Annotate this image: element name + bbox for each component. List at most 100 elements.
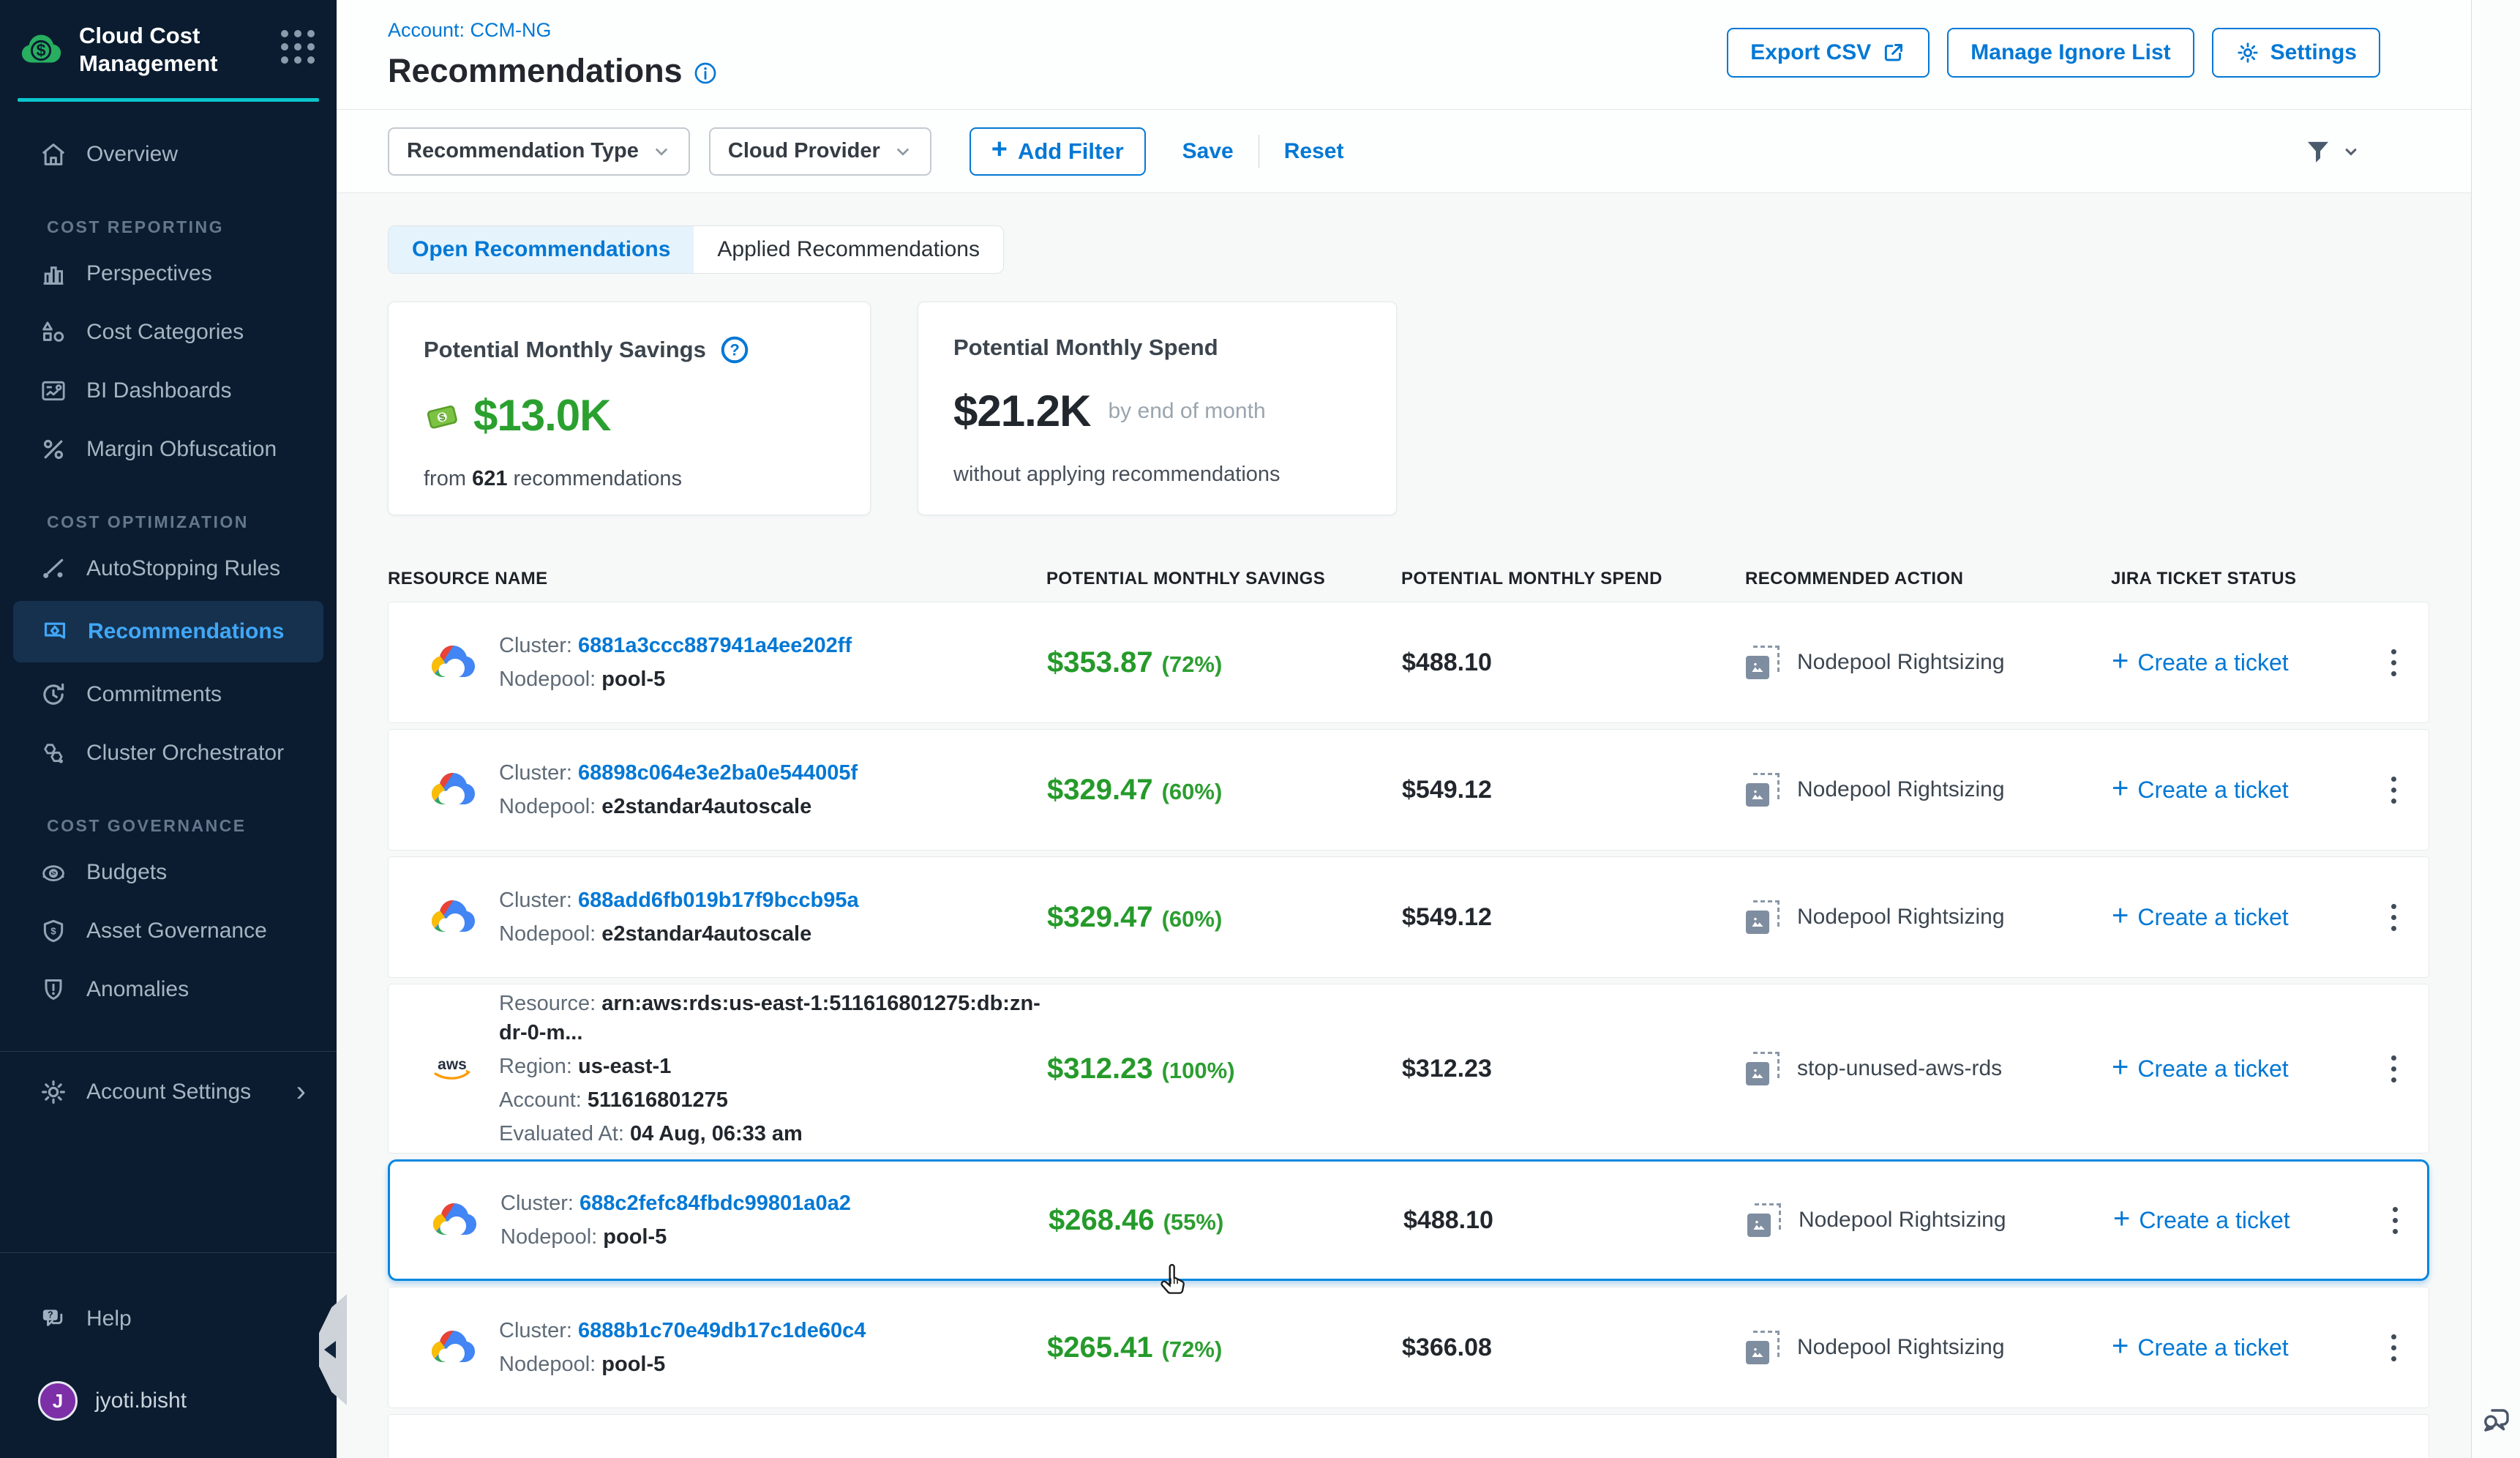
field-label: Nodepool:: [500, 1225, 603, 1249]
savings-percentage: (60%): [1162, 779, 1223, 804]
help-chat-icon: ?: [38, 1304, 69, 1334]
table-row[interactable]: Cluster: 6886e92f59a48cad86b5b1c6 $244.0…: [388, 1414, 2429, 1458]
resource-link[interactable]: 688c2fefc84fbdc99801a0a2: [580, 1192, 851, 1215]
app-title: Cloud Cost Management: [79, 22, 266, 78]
filter-panel-toggle[interactable]: [2303, 136, 2361, 167]
info-icon[interactable]: [693, 61, 718, 86]
user-avatar: J: [38, 1381, 78, 1421]
sidebar-item-bi-dashboards[interactable]: BI Dashboards: [0, 362, 337, 420]
table-row[interactable]: Cluster: 6888b1c70e49db17c1de60c4Nodepoo…: [388, 1287, 2429, 1408]
question-icon[interactable]: ?: [719, 334, 750, 365]
sidebar-item-overview[interactable]: Overview: [0, 125, 337, 184]
right-rail: [2471, 0, 2520, 1458]
resource-fields: Cluster: 6881a3ccc887941a4ee202ffNodepoo…: [499, 631, 852, 694]
rightsizing-action-icon: [1746, 646, 1780, 679]
sidebar-item-asset-governance[interactable]: $ Asset Governance: [0, 902, 337, 960]
sidebar-user[interactable]: J jyoti.bisht: [0, 1363, 337, 1458]
page-header: Account: CCM-NG Recommendations Export C…: [337, 0, 2471, 110]
resource-link[interactable]: 688add6fb019b17f9bccb95a: [578, 889, 859, 912]
create-ticket-button[interactable]: + Create a ticket: [2112, 902, 2371, 932]
breadcrumb[interactable]: Account: CCM-NG: [388, 19, 552, 42]
sidebar-item-label: Margin Obfuscation: [86, 437, 277, 462]
potential-monthly-savings-card: Potential Monthly Savings ? $ $13.0K fro…: [388, 302, 871, 515]
reset-filter-link[interactable]: Reset: [1284, 139, 1344, 164]
recommended-action-label: Nodepool Rightsizing: [1799, 1208, 2006, 1233]
sidebar-item-autostopping-rules[interactable]: AutoStopping Rules: [0, 539, 337, 598]
sidebar-item-commitments[interactable]: Commitments: [0, 665, 337, 724]
row-menu-button[interactable]: [2371, 633, 2415, 692]
settings-button[interactable]: Settings: [2212, 28, 2380, 78]
row-menu-button[interactable]: [2371, 1446, 2415, 1458]
create-ticket-button[interactable]: + Create a ticket: [2112, 648, 2371, 678]
home-icon: [38, 139, 69, 170]
sidebar-item-perspectives[interactable]: Perspectives: [0, 244, 337, 303]
resource-link[interactable]: 68898c064e3e2ba0e544005f: [578, 761, 858, 785]
create-ticket-button[interactable]: + Create a ticket: [2112, 1333, 2371, 1363]
row-menu-button[interactable]: [2371, 1318, 2415, 1377]
resource-link[interactable]: 6881a3ccc887941a4ee202ff: [578, 634, 852, 657]
sidebar-item-cost-categories[interactable]: Cost Categories: [0, 303, 337, 362]
sidebar-section-heading: COST GOVERNANCE: [47, 816, 337, 836]
manage-ignore-list-button[interactable]: Manage Ignore List: [1947, 28, 2194, 78]
add-filter-button[interactable]: + Add Filter: [970, 127, 1146, 176]
row-menu-button[interactable]: [2371, 760, 2415, 819]
budgets-icon: $: [38, 857, 69, 888]
sidebar-item-budgets[interactable]: $Budgets: [0, 843, 337, 902]
module-accent-line: [18, 98, 319, 102]
plus-icon: +: [2112, 1051, 2129, 1084]
create-ticket-label: Create a ticket: [2139, 1207, 2290, 1234]
row-menu-button[interactable]: [2371, 1039, 2415, 1098]
gcp-icon: [429, 639, 476, 686]
filter-bar: Recommendation Type Cloud Provider + Add…: [337, 110, 2471, 193]
field-label: Nodepool:: [499, 668, 601, 691]
main-area: Account: CCM-NG Recommendations Export C…: [337, 0, 2471, 1458]
sidebar-item-help[interactable]: ? Help: [0, 1275, 337, 1363]
resource-link[interactable]: 6888b1c70e49db17c1de60c4: [578, 1319, 866, 1342]
recommended-action-label: Nodepool Rightsizing: [1797, 777, 2005, 802]
module-grid-icon[interactable]: [281, 30, 315, 64]
sidebar-item-anomalies[interactable]: Anomalies: [0, 960, 337, 1019]
create-ticket-button[interactable]: + Create a ticket: [2112, 775, 2371, 805]
field-label: Evaluated At:: [499, 1122, 630, 1145]
create-ticket-button[interactable]: + Create a ticket: [2112, 1054, 2371, 1084]
field-label: Account:: [499, 1088, 588, 1112]
potential-monthly-spend-value: $488.10: [1402, 648, 1492, 676]
savings-subtitle: from 621 recommendations: [424, 467, 835, 491]
potential-monthly-spend-value: $549.12: [1402, 776, 1492, 804]
cloud-provider-dropdown[interactable]: Cloud Provider: [709, 127, 931, 176]
tab-applied-recommendations[interactable]: Applied Recommendations: [694, 226, 1003, 273]
row-menu-button[interactable]: [2371, 888, 2415, 946]
sidebar-item-margin-obfuscation[interactable]: Margin Obfuscation: [0, 420, 337, 479]
column-header-potential-monthly-savings: POTENTIAL MONTHLY SAVINGS: [1046, 569, 1401, 589]
recommended-action-label: Nodepool Rightsizing: [1797, 650, 2005, 675]
asset-governance-icon: $: [38, 916, 69, 946]
export-csv-button[interactable]: Export CSV: [1727, 28, 1930, 78]
plus-icon: +: [991, 134, 1008, 165]
create-ticket-label: Create a ticket: [2137, 904, 2288, 931]
table-row[interactable]: aws Resource: arn:aws:rds:us-east-1:5116…: [388, 984, 2429, 1154]
column-header-resource-name: RESOURCE NAME: [388, 569, 1046, 589]
table-row[interactable]: Cluster: 6881a3ccc887941a4ee202ffNodepoo…: [388, 602, 2429, 723]
table-row[interactable]: Cluster: 68898c064e3e2ba0e544005fNodepoo…: [388, 729, 2429, 850]
create-ticket-button[interactable]: + Create a ticket: [2113, 1205, 2373, 1235]
recommendation-type-dropdown[interactable]: Recommendation Type: [388, 127, 690, 176]
field-label: Nodepool:: [499, 922, 601, 946]
sidebar-item-label: Recommendations: [88, 619, 284, 644]
save-filter-link[interactable]: Save: [1182, 139, 1234, 164]
sidebar-item-cluster-orchestrator[interactable]: Cluster Orchestrator: [0, 724, 337, 782]
sidebar-item-account-settings[interactable]: Account Settings ›: [0, 1052, 337, 1132]
row-menu-button[interactable]: [2373, 1191, 2417, 1249]
sidebar-item-label: Anomalies: [86, 977, 189, 1002]
rightsizing-action-icon: [1747, 1203, 1781, 1237]
field-value: us-east-1: [578, 1055, 671, 1078]
sidebar-item-label: Asset Governance: [86, 919, 267, 943]
tab-open-recommendations[interactable]: Open Recommendations: [389, 226, 694, 273]
sidebar: $ Cloud Cost Management OverviewCOST REP…: [0, 0, 337, 1458]
table-row[interactable]: Cluster: 688add6fb019b17f9bccb95aNodepoo…: [388, 856, 2429, 978]
gear-icon: [38, 1077, 69, 1107]
sidebar-item-label: Cluster Orchestrator: [86, 741, 284, 766]
sidebar-item-recommendations[interactable]: Recommendations: [13, 601, 323, 662]
table-row[interactable]: Cluster: 688c2fefc84fbdc99801a0a2Nodepoo…: [388, 1159, 2429, 1281]
support-chat-icon[interactable]: [2479, 1402, 2514, 1438]
sidebar-nav: OverviewCOST REPORTINGPerspectivesCost C…: [0, 125, 337, 1019]
